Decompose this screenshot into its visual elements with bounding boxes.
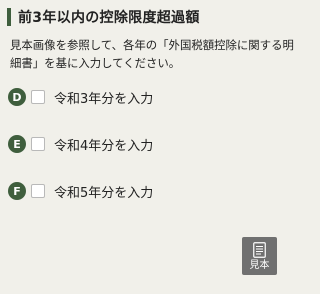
- option-reiwa3[interactable]: D 令和3年分を入力: [8, 86, 153, 108]
- option-badge-d: D: [8, 88, 26, 106]
- option-reiwa5[interactable]: F 令和5年分を入力: [8, 180, 153, 202]
- option-checkbox-reiwa3[interactable]: [31, 90, 45, 104]
- option-label-reiwa5: 令和5年分を入力: [54, 185, 154, 201]
- option-checkbox-reiwa4[interactable]: [31, 137, 45, 151]
- option-reiwa4[interactable]: E 令和4年分を入力: [8, 133, 153, 155]
- section-title: 前3年以内の控除限度超過額: [18, 10, 200, 26]
- section-description: 見本画像を参照して、各年の「外国税額控除に関する明細書」を基に入力してください。: [10, 38, 294, 70]
- option-badge-f: F: [8, 182, 26, 200]
- option-checkbox-reiwa5[interactable]: [31, 184, 45, 198]
- sample-button-label: 見本: [249, 259, 270, 271]
- section-accent-bar: [7, 8, 11, 26]
- document-icon: [253, 241, 266, 258]
- option-badge-e: E: [8, 135, 26, 153]
- option-label-reiwa3: 令和3年分を入力: [54, 91, 154, 107]
- section-header: 前3年以内の控除限度超過額: [7, 7, 200, 27]
- option-label-reiwa4: 令和4年分を入力: [54, 138, 154, 154]
- sample-button[interactable]: 見本: [242, 237, 277, 275]
